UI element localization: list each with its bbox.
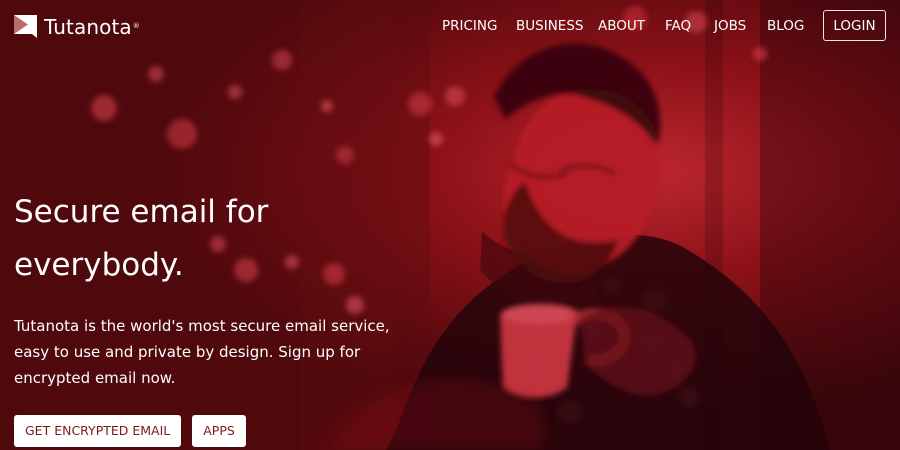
login-button[interactable]: LOGIN bbox=[823, 10, 886, 41]
hero-subtitle-line-2: easy to use and private by design. Sign … bbox=[14, 343, 361, 361]
nav-business-link[interactable]: BUSINESS bbox=[516, 18, 583, 34]
hero-headline-line-1: Secure email for bbox=[14, 194, 269, 230]
hero-actions: GET ENCRYPTED EMAIL APPS bbox=[14, 415, 246, 447]
hero-subtitle-line-3: encrypted email now. bbox=[14, 369, 176, 387]
tutanota-logo[interactable]: Tutanota ® bbox=[12, 13, 140, 40]
hero-subtitle: Tutanota is the world's most secure emai… bbox=[14, 313, 404, 391]
nav-blog-link[interactable]: BLOG bbox=[767, 18, 804, 34]
apps-button[interactable]: APPS bbox=[192, 415, 246, 447]
nav-about-link[interactable]: ABOUT bbox=[598, 18, 645, 34]
tutanota-logo-icon bbox=[14, 15, 37, 38]
hero-headline: Secure email for everybody. bbox=[14, 186, 394, 292]
registered-trademark-mark: ® bbox=[132, 22, 140, 30]
hero-subtitle-line-1: Tutanota is the world's most secure emai… bbox=[14, 317, 390, 335]
nav-jobs-link[interactable]: JOBS bbox=[714, 18, 746, 34]
hero-section: Tutanota ® PRICING BUSINESS ABOUT FAQ JO… bbox=[0, 0, 900, 450]
nav-faq-link[interactable]: FAQ bbox=[665, 18, 691, 34]
nav-pricing-link[interactable]: PRICING bbox=[442, 18, 497, 34]
brand-name: Tutanota bbox=[44, 14, 132, 39]
top-navigation: Tutanota ® PRICING BUSINESS ABOUT FAQ JO… bbox=[0, 0, 900, 52]
get-encrypted-email-button[interactable]: GET ENCRYPTED EMAIL bbox=[14, 415, 182, 447]
hero-headline-line-2: everybody. bbox=[14, 247, 184, 283]
